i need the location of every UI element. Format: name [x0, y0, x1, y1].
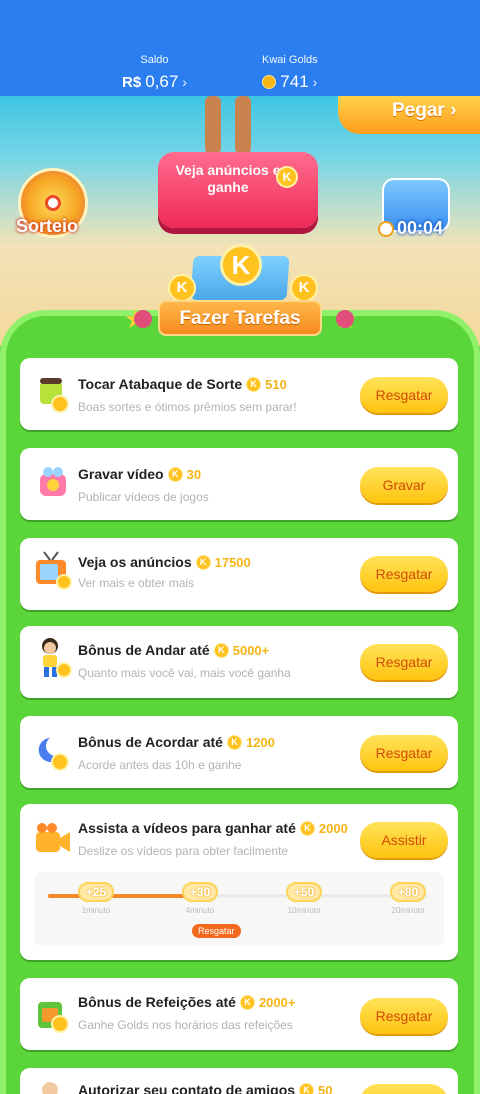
video-progress-box: +25 1minuto +30 4minuto +50 10minuto +80…: [34, 872, 444, 946]
task-card: Bônus de Andar até K 5000+ Quanto mais v…: [20, 626, 458, 698]
reward-node: +50: [286, 882, 322, 902]
k-coin-icon: K: [167, 466, 183, 482]
bird-icon: [336, 310, 354, 328]
k-coin-icon: K: [213, 642, 229, 658]
tasks-title: Fazer Tarefas: [158, 300, 322, 336]
task-title: Assista a vídeos para ganhar até: [78, 820, 296, 836]
resgatar-button[interactable]: Resgatar: [360, 735, 448, 771]
task-points: 2000: [318, 820, 348, 836]
character-legs-illustration: [203, 96, 255, 156]
task-action-button[interactable]: [360, 1084, 448, 1094]
watch-ads-button[interactable]: Veja anúncios e ganhe K: [158, 152, 318, 228]
assistir-button[interactable]: Assistir: [360, 822, 448, 858]
task-title: Bônus de Acordar até: [78, 734, 223, 750]
task-card: Veja os anúncios K 17500 Ver mais e obte…: [20, 538, 458, 610]
task-card: Bônus de Acordar até K 1200 Acorde antes…: [20, 716, 458, 788]
golds-label: Kwai Golds: [262, 54, 318, 66]
task-card: Autorizar seu contato de amigos K 50: [20, 1068, 458, 1094]
task-card-video: Assista a vídeos para ganhar até K 2000 …: [20, 804, 458, 960]
pegar-button[interactable]: Pegar ›: [338, 96, 480, 134]
big-k-coin-icon: K: [220, 244, 262, 286]
task-points: 30: [186, 466, 202, 482]
task-subtitle: Quanto mais você vai, mais você ganha: [78, 666, 291, 680]
task-title: Autorizar seu contato de amigos: [78, 1082, 296, 1094]
k-coin-icon: K: [226, 734, 242, 750]
task-title: Bônus de Refeições até: [78, 994, 236, 1010]
task-points: 510: [265, 376, 287, 392]
gravar-button[interactable]: Gravar: [360, 467, 448, 503]
tasks-banner: K K K ★ ★ Fazer Tarefas: [110, 244, 370, 344]
resgatar-button[interactable]: Resgatar: [360, 377, 448, 413]
walker-icon: [42, 638, 72, 678]
bird-icon: [134, 310, 152, 328]
task-title: Bônus de Andar até: [78, 642, 210, 658]
resgatar-button[interactable]: Resgatar: [360, 998, 448, 1034]
task-card: Tocar Atabaque de Sorte K 510 Boas sorte…: [20, 358, 458, 430]
reward-node: +80: [390, 882, 426, 902]
saldo-balance[interactable]: Saldo R$ 0,67 ›: [122, 54, 187, 92]
task-title: Veja os anúncios: [78, 554, 192, 570]
task-points: 1200: [245, 734, 275, 750]
top-balance-bar: Saldo R$ 0,67 › Kwai Golds 741 ›: [0, 0, 480, 96]
resgatar-button[interactable]: Resgatar: [360, 644, 448, 680]
sorteio-label[interactable]: Sorteio: [16, 216, 78, 237]
watch-ads-label: Veja anúncios e ganhe: [175, 162, 281, 195]
task-subtitle: Boas sortes e ótimos prêmios sem parar!: [78, 400, 297, 414]
task-title: Tocar Atabaque de Sorte: [78, 376, 243, 392]
chevron-right-icon: ›: [182, 74, 187, 90]
video-camera-icon: [36, 823, 70, 852]
task-points: 2000+: [258, 994, 296, 1010]
k-coin-icon: K: [239, 994, 255, 1010]
task-points: 17500: [214, 554, 251, 570]
k-coin-icon: K: [246, 376, 262, 392]
task-subtitle: Publicar vídeos de jogos: [78, 490, 209, 504]
reward-node: +25: [78, 882, 114, 902]
contacts-icon: [42, 1082, 58, 1094]
k-coin-icon: K: [168, 274, 196, 302]
svg-text:K: K: [283, 170, 292, 184]
timer-value: 00:04: [397, 218, 444, 238]
k-coin-icon: K: [299, 1082, 315, 1094]
k-coin-icon: K: [195, 554, 211, 570]
golds-balance[interactable]: Kwai Golds 741 ›: [262, 54, 318, 92]
clock-icon: [378, 220, 394, 237]
resgatar-button[interactable]: Resgatar: [360, 556, 448, 592]
task-subtitle: Acorde antes das 10h e ganhe: [78, 758, 242, 772]
golds-value: 741: [280, 72, 309, 91]
k-coin-icon: K: [299, 820, 315, 836]
task-points: 5000+: [232, 642, 270, 658]
meal-icon: [38, 1002, 69, 1033]
node-time: 20minuto: [391, 906, 425, 915]
gold-coin-icon: [262, 75, 277, 89]
task-card: Gravar vídeo K 30 Publicar vídeos de jog…: [20, 448, 458, 520]
timer-badge: 00:04: [378, 218, 443, 239]
task-subtitle: Ganhe Golds nos horários das refeições: [78, 1018, 293, 1032]
node-time: 4minuto: [185, 906, 215, 915]
k-coin-icon: K: [276, 166, 298, 188]
task-card: Bônus de Refeições até K 2000+ Ganhe Gol…: [20, 978, 458, 1050]
progress-fill: [48, 894, 189, 898]
node-time: 10minuto: [287, 906, 321, 915]
currency-symbol: R$: [122, 73, 142, 91]
task-title: Gravar vídeo: [78, 466, 164, 482]
moon-icon: [38, 738, 69, 771]
reward-node: +30: [182, 882, 218, 902]
node-time: 1minuto: [81, 906, 111, 915]
task-subtitle: Deslize os vídeos para obter facilmente: [78, 844, 289, 858]
chevron-right-icon: ›: [312, 74, 318, 90]
task-subtitle: Ver mais e obter mais: [78, 576, 195, 590]
task-points: 50: [318, 1082, 333, 1094]
claim-reward-button[interactable]: Resgatar: [192, 924, 241, 938]
tv-icon: [36, 551, 72, 590]
saldo-label: Saldo: [140, 54, 169, 66]
k-coin-icon: K: [290, 274, 318, 302]
saldo-value: 0,67: [145, 72, 179, 91]
camera-icon: [40, 467, 66, 496]
drum-icon: [40, 378, 69, 413]
